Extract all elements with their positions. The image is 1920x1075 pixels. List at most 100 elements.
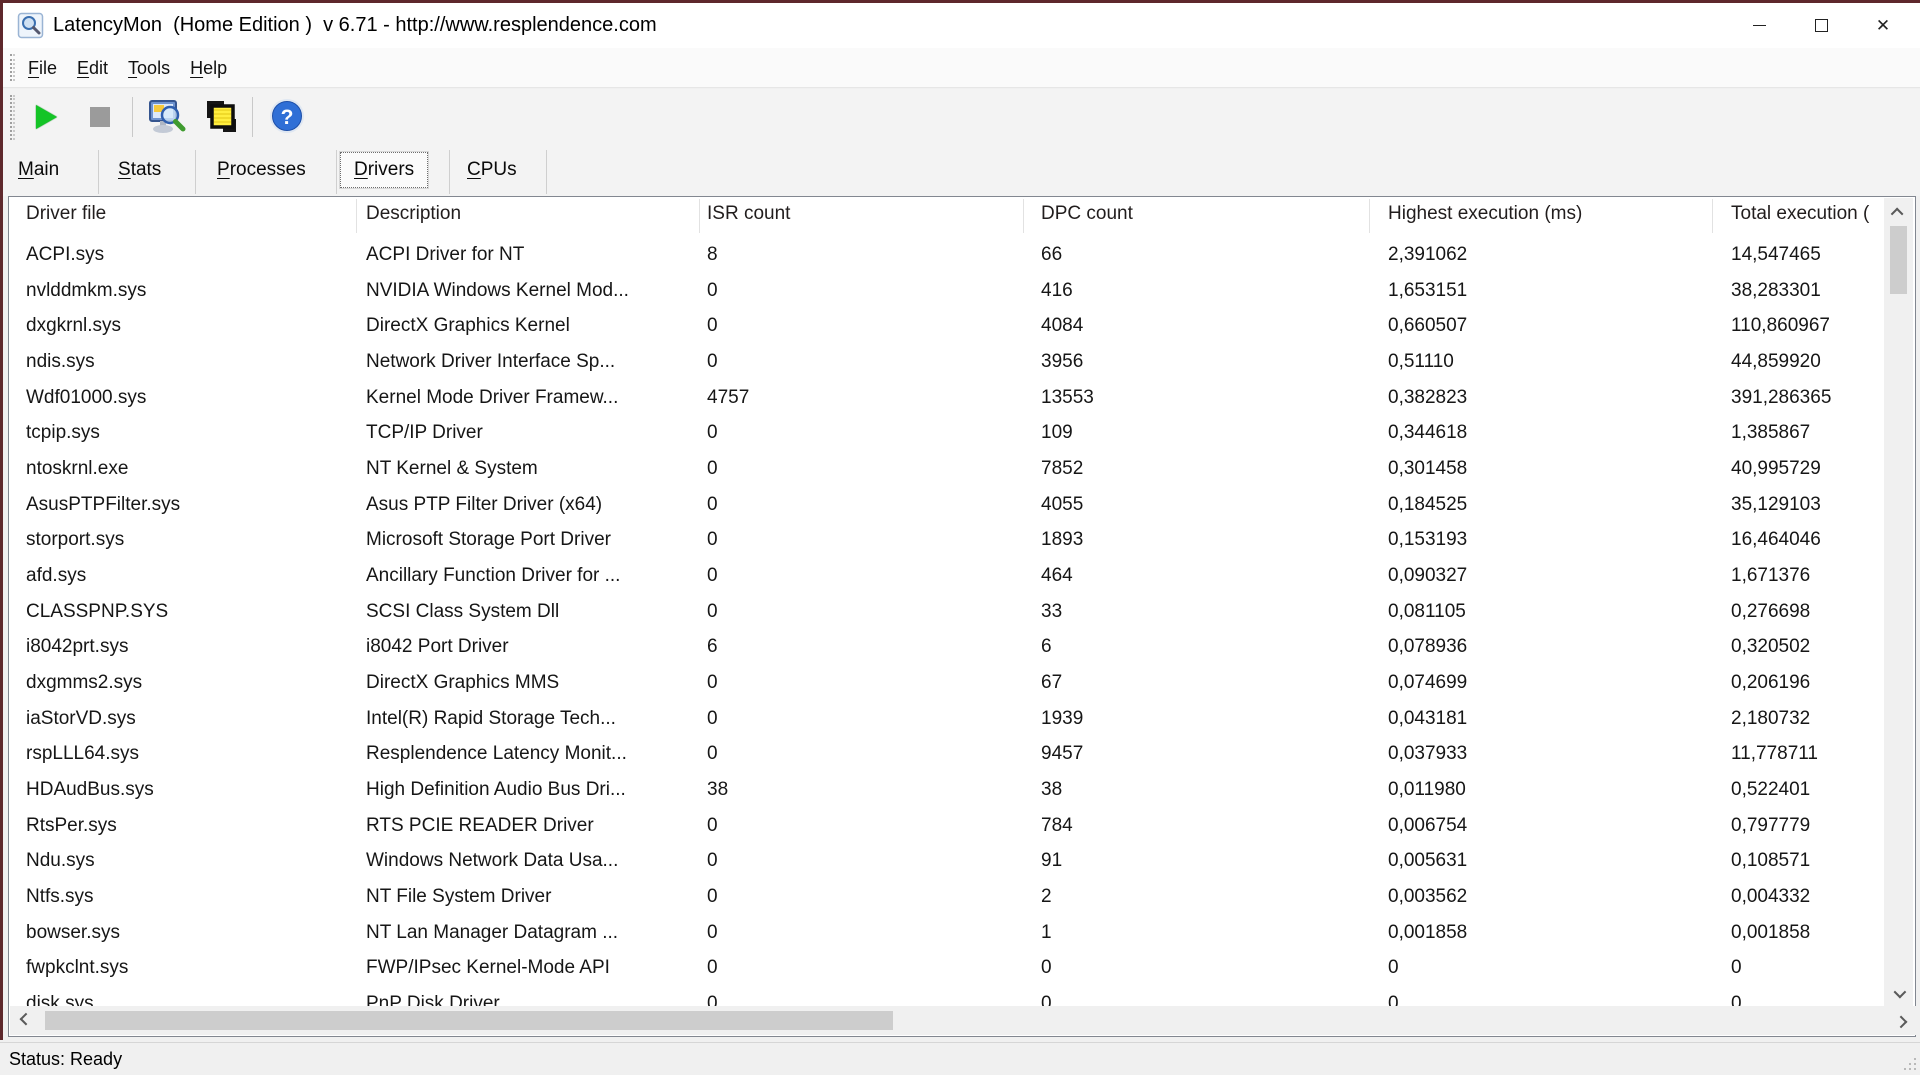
column-divider[interactable] [1712,199,1713,233]
menu-item-edit[interactable]: Edit [77,58,108,79]
cell-isr-count: 0 [707,707,718,729]
table-row[interactable]: Ntfs.sys NT File System Driver 0 2 0,003562 0… [10,879,1885,915]
cell-description: RTS PCIE READER Driver [366,814,594,836]
cell-dpc-count: 784 [1041,814,1073,836]
table-row[interactable]: dxgkrnl.sys DirectX Graphics Kernel 0 4084 0… [10,308,1885,344]
tab-separator [98,150,99,194]
tab-stats[interactable]: Stats [118,159,161,181]
table-row[interactable]: storport.sys Microsoft Storage Port Drive… [10,522,1885,558]
column-header-highest-execution[interactable]: Highest execution (ms) [1388,203,1582,225]
help-button[interactable]: ? [267,96,307,136]
cell-total-execution: 0,001858 [1731,921,1811,943]
table-row[interactable]: fwpkclnt.sys FWP/IPsec Kernel-Mode API 0 0 0… [10,950,1885,986]
cell-description: SCSI Class System Dll [366,600,560,622]
windows-stack-button[interactable] [200,96,242,138]
cell-highest-execution: 0 [1388,957,1399,979]
close-button[interactable]: ✕ [1852,3,1914,48]
scroll-left-button[interactable] [10,1006,38,1035]
table-row[interactable]: RtsPer.sys RTS PCIE READER Driver 0 784 0,00… [10,808,1885,844]
column-divider[interactable] [1369,199,1370,233]
tab-cpus[interactable]: CPUs [467,159,517,181]
cell-isr-count: 0 [707,422,718,444]
table-row[interactable]: disk.sys PnP Disk Driver 0 0 0 0 [10,986,1885,1007]
column-divider[interactable] [699,199,700,233]
stop-monitor-button[interactable] [90,107,110,127]
menu-item-help[interactable]: Help [190,58,227,79]
horizontal-scroll-thumb[interactable] [45,1011,893,1030]
tab-drivers[interactable]: Drivers [340,152,429,188]
start-monitor-button[interactable] [36,105,57,129]
cell-total-execution: 0,320502 [1731,636,1811,658]
table-row[interactable]: ndis.sys Network Driver Interface Sp... 0 3… [10,344,1885,380]
table-row[interactable]: Wdf01000.sys Kernel Mode Driver Framew...… [10,380,1885,416]
column-header-driver-file[interactable]: Driver file [26,203,106,225]
tab-processes[interactable]: Processes [217,159,306,181]
table-row[interactable]: AsusPTPFilter.sys Asus PTP Filter Driver … [10,487,1885,523]
table-row[interactable]: iaStorVD.sys Intel(R) Rapid Storage Tech.… [10,701,1885,737]
column-divider[interactable] [1023,199,1024,233]
cell-description: Asus PTP Filter Driver (x64) [366,493,603,515]
scroll-up-button[interactable] [1884,198,1913,226]
cell-driver-file: fwpkclnt.sys [26,957,129,979]
table-row[interactable]: Ndu.sys Windows Network Data Usa... 0 91 0,0… [10,843,1885,879]
cell-isr-count: 4757 [707,386,750,408]
cell-description: DirectX Graphics Kernel [366,315,570,337]
cell-highest-execution: 0,037933 [1388,743,1468,765]
stacked-windows-icon [207,101,236,132]
monitor-magnifier-icon [149,100,186,133]
table-row[interactable]: ACPI.sys ACPI Driver for NT 8 66 2,391062 14,… [10,237,1885,273]
cell-total-execution: 16,464046 [1731,529,1821,551]
menu-item-tools[interactable]: Tools [128,58,170,79]
scroll-down-button[interactable] [1884,979,1913,1007]
cell-total-execution: 1,671376 [1731,565,1811,587]
menu-bar: File Edit Tools Help [3,48,1920,88]
vertical-scroll-thumb[interactable] [1890,226,1907,294]
cell-description: Intel(R) Rapid Storage Tech... [366,707,616,729]
cell-description: NT File System Driver [366,886,552,908]
tab-separator [449,150,450,194]
table-row[interactable]: tcpip.sys TCP/IP Driver 0 109 0,344618 1,3858… [10,415,1885,451]
column-header-total-execution[interactable]: Total execution ( [1731,203,1869,225]
table-row[interactable]: ntoskrnl.exe NT Kernel & System 0 7852 0,301… [10,451,1885,487]
menu-item-file[interactable]: File [28,58,57,79]
column-header-dpc-count[interactable]: DPC count [1041,203,1133,225]
cell-total-execution: 0 [1731,993,1742,1007]
table-row[interactable]: dxgmms2.sys DirectX Graphics MMS 0 67 0,0746… [10,665,1885,701]
column-divider[interactable] [356,199,357,233]
resize-grip[interactable] [1902,1056,1916,1070]
cell-isr-count: 0 [707,921,718,943]
table-row[interactable]: i8042prt.sys i8042 Port Driver 6 6 0,078936 0… [10,629,1885,665]
cell-highest-execution: 0,382823 [1388,386,1468,408]
cell-description: PnP Disk Driver [366,993,500,1007]
cell-highest-execution: 2,391062 [1388,244,1468,265]
column-header-description[interactable]: Description [366,203,461,225]
help-icon: ? [270,99,304,133]
table-row[interactable]: rspLLL64.sys Resplendence Latency Monit..… [10,736,1885,772]
table-row[interactable]: afd.sys Ancillary Function Driver for ...… [10,558,1885,594]
status-bar: Status: Ready [0,1042,1920,1074]
horizontal-scrollbar[interactable] [10,1006,1916,1035]
scroll-right-button[interactable] [1888,1006,1916,1035]
cell-highest-execution: 0,153193 [1388,529,1468,551]
menubar-gripper[interactable] [10,54,15,81]
cell-dpc-count: 1 [1041,921,1052,943]
cell-highest-execution: 0,001858 [1388,921,1468,943]
cell-description: Resplendence Latency Monit... [366,743,627,765]
cell-total-execution: 1,385867 [1731,422,1811,444]
minimize-button[interactable] [1728,3,1790,48]
maximize-button[interactable] [1790,3,1852,48]
table-row[interactable]: bowser.sys NT Lan Manager Datagram ... 0 1 0… [10,915,1885,951]
table-row[interactable]: CLASSPNP.SYS SCSI Class System Dll 0 33 0,08… [10,594,1885,630]
cell-total-execution: 40,995729 [1731,458,1821,480]
cell-dpc-count: 1939 [1041,707,1084,729]
cell-driver-file: RtsPer.sys [26,814,117,836]
toolbar-gripper[interactable] [10,95,15,140]
analyze-button[interactable] [145,96,187,138]
cell-dpc-count: 7852 [1041,458,1084,480]
vertical-scrollbar[interactable] [1884,198,1913,1007]
tab-main[interactable]: Main [18,159,59,181]
column-header-isr-count[interactable]: ISR count [707,203,790,225]
table-row[interactable]: nvlddmkm.sys NVIDIA Windows Kernel Mod...… [10,273,1885,309]
table-row[interactable]: HDAudBus.sys High Definition Audio Bus Dr… [10,772,1885,808]
cell-highest-execution: 0,184525 [1388,493,1468,515]
